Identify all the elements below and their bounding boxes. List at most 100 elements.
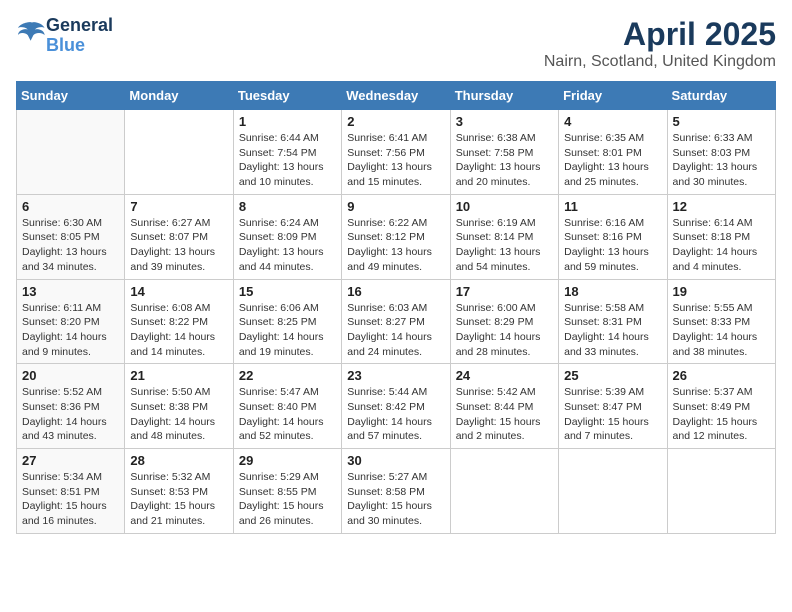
day-number: 10 [456,199,553,214]
day-number: 28 [130,453,227,468]
day-number: 2 [347,114,444,129]
calendar-cell: 12 Sunrise: 6:14 AM Sunset: 8:18 PM Dayli… [667,194,775,279]
calendar-cell: 16 Sunrise: 6:03 AM Sunset: 8:27 PM Dayli… [342,279,450,364]
calendar-cell: 30Sunrise: 5:27 AM Sunset: 8:58 PM Dayli… [342,449,450,534]
calendar-cell: 10 Sunrise: 6:19 AM Sunset: 8:14 PM Dayli… [450,194,558,279]
day-info: Sunrise: 5:44 AM Sunset: 8:42 PM Dayligh… [347,385,444,444]
day-info: Sunrise: 5:34 AM Sunset: 8:51 PM Dayligh… [22,470,119,529]
weekday-header-saturday: Saturday [667,82,775,110]
day-number: 3 [456,114,553,129]
day-info: Sunrise: 6:19 AM Sunset: 8:14 PM Dayligh… [456,216,553,275]
weekday-header-tuesday: Tuesday [233,82,341,110]
day-number: 1 [239,114,336,129]
calendar-cell: 26 Sunrise: 5:37 AM Sunset: 8:49 PM Dayli… [667,364,775,449]
calendar-cell [17,110,125,195]
day-info: Sunrise: 6:30 AM Sunset: 8:05 PM Dayligh… [22,216,119,275]
calendar-cell [667,449,775,534]
day-info: Sunrise: 5:47 AM Sunset: 8:40 PM Dayligh… [239,385,336,444]
calendar-cell: 15 Sunrise: 6:06 AM Sunset: 8:25 PM Dayli… [233,279,341,364]
page-header: GeneralBlue April 2025 Nairn, Scotland, … [16,16,776,71]
day-number: 18 [564,284,661,299]
day-info: Sunrise: 5:29 AM Sunset: 8:55 PM Dayligh… [239,470,336,529]
day-info: Sunrise: 6:16 AM Sunset: 8:16 PM Dayligh… [564,216,661,275]
calendar-cell: 6 Sunrise: 6:30 AM Sunset: 8:05 PM Daylig… [17,194,125,279]
calendar-cell: 29 Sunrise: 5:29 AM Sunset: 8:55 PM Dayli… [233,449,341,534]
day-info: Sunrise: 6:24 AM Sunset: 8:09 PM Dayligh… [239,216,336,275]
day-number: 23 [347,368,444,383]
day-number: 9 [347,199,444,214]
calendar-cell: 1 Sunrise: 6:44 AM Sunset: 7:54 PM Daylig… [233,110,341,195]
day-number: 6 [22,199,119,214]
day-info: Sunrise: 6:11 AM Sunset: 8:20 PM Dayligh… [22,301,119,360]
calendar-cell: 19 Sunrise: 5:55 AM Sunset: 8:33 PM Dayli… [667,279,775,364]
day-number: 27 [22,453,119,468]
calendar-cell: 5 Sunrise: 6:33 AM Sunset: 8:03 PM Daylig… [667,110,775,195]
weekday-header-wednesday: Wednesday [342,82,450,110]
day-info: Sunrise: 5:52 AM Sunset: 8:36 PM Dayligh… [22,385,119,444]
day-number: 8 [239,199,336,214]
calendar-cell: 13 Sunrise: 6:11 AM Sunset: 8:20 PM Dayli… [17,279,125,364]
calendar-cell: 28 Sunrise: 5:32 AM Sunset: 8:53 PM Dayli… [125,449,233,534]
day-number: 15 [239,284,336,299]
day-number: 12 [673,199,770,214]
day-number: 26 [673,368,770,383]
logo: GeneralBlue [16,16,113,56]
day-info: Sunrise: 6:03 AM Sunset: 8:27 PM Dayligh… [347,301,444,360]
day-info: Sunrise: 6:14 AM Sunset: 8:18 PM Dayligh… [673,216,770,275]
day-number: 30 [347,453,444,468]
day-info: Sunrise: 6:33 AM Sunset: 8:03 PM Dayligh… [673,131,770,190]
calendar-cell: 20 Sunrise: 5:52 AM Sunset: 8:36 PM Dayli… [17,364,125,449]
logo-text: GeneralBlue [46,16,113,56]
calendar-cell: 14Sunrise: 6:08 AM Sunset: 8:22 PM Dayli… [125,279,233,364]
calendar-cell: 18 Sunrise: 5:58 AM Sunset: 8:31 PM Dayli… [559,279,667,364]
day-info: Sunrise: 6:38 AM Sunset: 7:58 PM Dayligh… [456,131,553,190]
page-title: April 2025 [544,16,776,53]
day-number: 19 [673,284,770,299]
day-info: Sunrise: 5:32 AM Sunset: 8:53 PM Dayligh… [130,470,227,529]
calendar-cell: 25 Sunrise: 5:39 AM Sunset: 8:47 PM Dayli… [559,364,667,449]
calendar-cell [450,449,558,534]
day-info: Sunrise: 5:55 AM Sunset: 8:33 PM Dayligh… [673,301,770,360]
day-info: Sunrise: 6:06 AM Sunset: 8:25 PM Dayligh… [239,301,336,360]
day-info: Sunrise: 6:41 AM Sunset: 7:56 PM Dayligh… [347,131,444,190]
calendar-cell [559,449,667,534]
calendar-cell: 4Sunrise: 6:35 AM Sunset: 8:01 PM Daylig… [559,110,667,195]
day-number: 14 [130,284,227,299]
weekday-header-thursday: Thursday [450,82,558,110]
weekday-header-sunday: Sunday [17,82,125,110]
calendar-cell: 8 Sunrise: 6:24 AM Sunset: 8:09 PM Daylig… [233,194,341,279]
calendar-cell: 7 Sunrise: 6:27 AM Sunset: 8:07 PM Daylig… [125,194,233,279]
day-number: 7 [130,199,227,214]
day-number: 25 [564,368,661,383]
day-number: 22 [239,368,336,383]
day-info: Sunrise: 5:42 AM Sunset: 8:44 PM Dayligh… [456,385,553,444]
weekday-header-monday: Monday [125,82,233,110]
day-info: Sunrise: 5:50 AM Sunset: 8:38 PM Dayligh… [130,385,227,444]
day-info: Sunrise: 6:35 AM Sunset: 8:01 PM Dayligh… [564,131,661,190]
calendar-cell [125,110,233,195]
calendar-cell: 9Sunrise: 6:22 AM Sunset: 8:12 PM Daylig… [342,194,450,279]
day-info: Sunrise: 6:27 AM Sunset: 8:07 PM Dayligh… [130,216,227,275]
calendar-cell: 17Sunrise: 6:00 AM Sunset: 8:29 PM Dayli… [450,279,558,364]
calendar-cell: 24Sunrise: 5:42 AM Sunset: 8:44 PM Dayli… [450,364,558,449]
day-number: 5 [673,114,770,129]
day-info: Sunrise: 6:44 AM Sunset: 7:54 PM Dayligh… [239,131,336,190]
calendar-cell: 23 Sunrise: 5:44 AM Sunset: 8:42 PM Dayli… [342,364,450,449]
day-info: Sunrise: 5:58 AM Sunset: 8:31 PM Dayligh… [564,301,661,360]
calendar-cell: 3 Sunrise: 6:38 AM Sunset: 7:58 PM Daylig… [450,110,558,195]
day-info: Sunrise: 5:39 AM Sunset: 8:47 PM Dayligh… [564,385,661,444]
day-number: 13 [22,284,119,299]
calendar-cell: 11 Sunrise: 6:16 AM Sunset: 8:16 PM Dayli… [559,194,667,279]
day-number: 16 [347,284,444,299]
day-info: Sunrise: 5:37 AM Sunset: 8:49 PM Dayligh… [673,385,770,444]
title-block: April 2025 Nairn, Scotland, United Kingd… [544,16,776,71]
calendar-cell: 21Sunrise: 5:50 AM Sunset: 8:38 PM Dayli… [125,364,233,449]
calendar-cell: 27 Sunrise: 5:34 AM Sunset: 8:51 PM Dayli… [17,449,125,534]
day-number: 17 [456,284,553,299]
calendar-table: SundayMondayTuesdayWednesdayThursdayFrid… [16,81,776,534]
day-number: 11 [564,199,661,214]
weekday-header-friday: Friday [559,82,667,110]
day-number: 29 [239,453,336,468]
calendar-cell: 2 Sunrise: 6:41 AM Sunset: 7:56 PM Daylig… [342,110,450,195]
day-number: 20 [22,368,119,383]
